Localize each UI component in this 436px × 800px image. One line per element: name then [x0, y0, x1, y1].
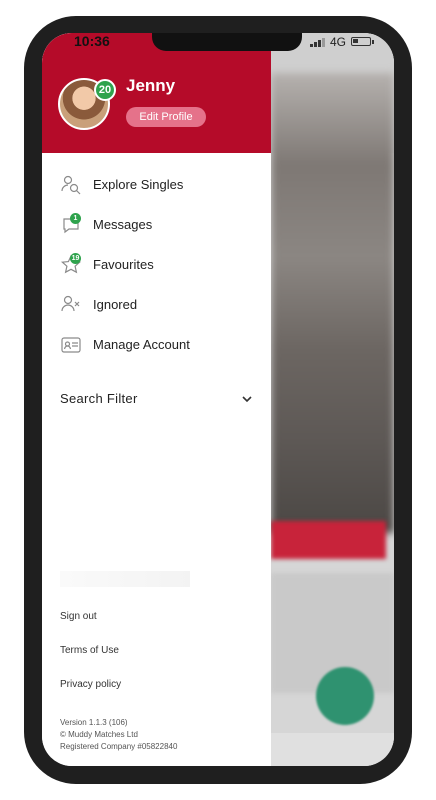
search-filter-label: Search Filter	[60, 391, 138, 406]
messages-badge: 1	[70, 213, 81, 224]
terms-of-use-link[interactable]: Terms of Use	[60, 645, 119, 656]
manage-account-icon	[61, 337, 81, 353]
status-bar: 10:36 4G	[42, 33, 394, 53]
blurred-red-bar	[271, 521, 386, 559]
menu-label: Messages	[93, 217, 153, 232]
background-app-blurred[interactable]	[271, 33, 394, 766]
navigation-drawer: 20 Jenny Edit Profile Explore Singles 1 …	[42, 33, 271, 766]
favourites-badge: 19	[70, 253, 81, 264]
faint-divider	[60, 571, 190, 587]
chevron-down-icon	[242, 396, 252, 403]
registered-text: Registered Company #05822840	[60, 742, 178, 751]
search-filter-toggle[interactable]: Search Filter	[42, 387, 271, 417]
signal-icon	[310, 38, 326, 47]
ignored-icon	[61, 295, 80, 312]
menu-item-manage-account[interactable]: Manage Account	[42, 325, 271, 365]
notch	[152, 33, 302, 51]
profile-name: Jenny	[126, 76, 176, 95]
menu-item-messages[interactable]: 1 Messages	[42, 205, 271, 245]
battery-icon	[351, 37, 374, 46]
network-label: 4G	[330, 35, 347, 49]
menu-item-ignored[interactable]: Ignored	[42, 285, 271, 325]
sign-out-link[interactable]: Sign out	[60, 611, 97, 622]
app-info: Version 1.1.3 (106) © Muddy Matches Ltd …	[60, 717, 177, 753]
explore-singles-icon	[61, 175, 81, 195]
screen: 10:36 4G 20 Jenny Edit Profile Explore S…	[42, 33, 394, 766]
privacy-policy-link[interactable]: Privacy policy	[60, 679, 121, 690]
edit-profile-button[interactable]: Edit Profile	[126, 107, 206, 127]
menu-label: Explore Singles	[93, 177, 184, 192]
blurred-profile-photo	[271, 73, 394, 533]
menu-item-favourites[interactable]: 19 Favourites	[42, 245, 271, 285]
menu-item-explore-singles[interactable]: Explore Singles	[42, 165, 271, 205]
version-text: Version 1.1.3 (106)	[60, 718, 128, 727]
blurred-action-button	[316, 667, 374, 725]
copyright-text: © Muddy Matches Ltd	[60, 730, 138, 739]
menu-label: Favourites	[93, 257, 154, 272]
drawer-menu: Explore Singles 1 Messages 19 Favourites	[42, 165, 271, 365]
menu-label: Ignored	[93, 297, 138, 312]
status-time: 10:36	[74, 33, 110, 49]
menu-label: Manage Account	[93, 337, 190, 352]
avatar-badge: 20	[94, 79, 116, 101]
